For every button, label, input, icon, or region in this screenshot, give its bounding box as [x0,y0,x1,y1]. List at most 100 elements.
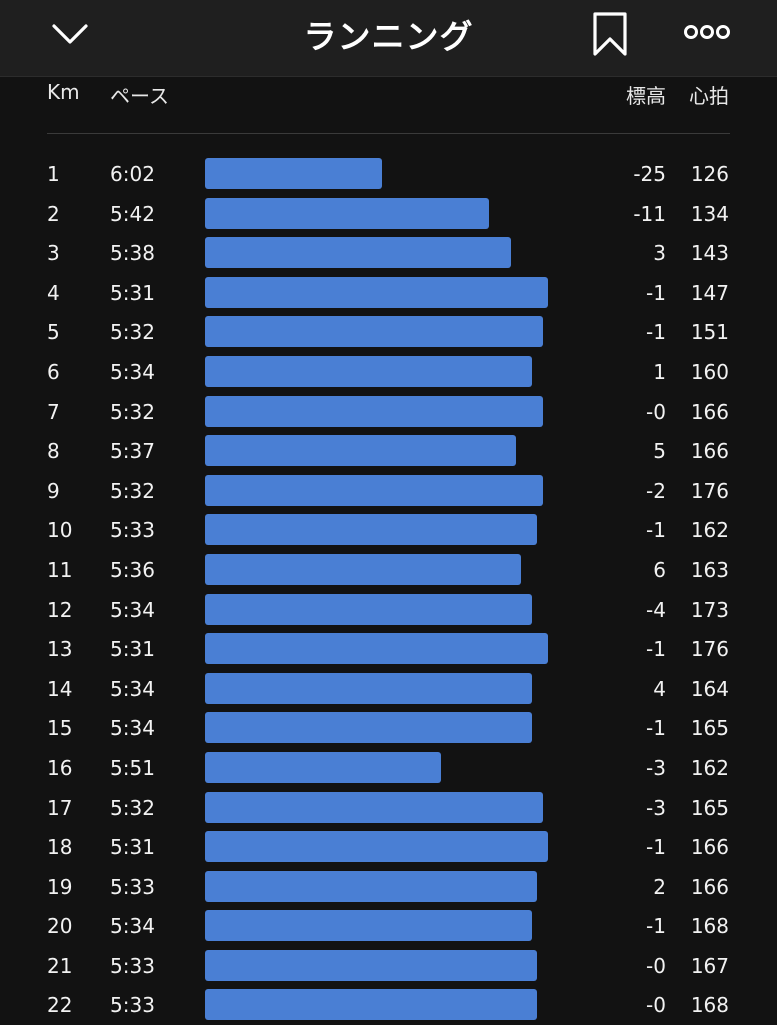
split-elevation: -0 [646,399,666,424]
pace-bar [205,237,511,269]
pace-bar [205,672,532,704]
split-pace: 5:32 [110,320,155,345]
pace-bar [205,712,532,744]
split-pace: 5:31 [110,280,155,305]
split-heart-rate: 160 [690,359,729,384]
split-heart-rate: 162 [690,518,729,543]
split-km: 17 [47,795,73,820]
top-bar: ランニング [0,0,777,77]
split-elevation: -3 [646,795,666,820]
pace-bar [205,276,548,308]
bookmark-button[interactable] [584,6,636,62]
split-pace: 5:33 [110,518,155,543]
pace-bar [205,435,516,467]
split-row: 15 5:34 -1 165 [0,708,777,748]
column-header-pace: ペース [110,84,169,108]
bookmark-icon [593,12,627,56]
split-pace: 5:36 [110,557,155,582]
splits-list: 1 6:02 -25 126 2 5:42 -11 134 3 5:38 3 143 4 5:31 -1 14… [0,154,777,1025]
pace-bar [205,910,532,942]
split-heart-rate: 147 [690,280,729,305]
split-pace: 5:31 [110,835,155,860]
split-elevation: -25 [633,162,666,186]
split-pace: 5:31 [110,637,155,662]
split-pace: 5:34 [110,716,155,741]
split-elevation: -1 [646,637,666,662]
split-km: 16 [47,755,73,780]
split-elevation: 5 [653,439,666,464]
split-row: 2 5:42 -11 134 [0,194,777,234]
pace-bar-track [205,870,585,902]
split-elevation: 1 [653,359,666,384]
split-heart-rate: 166 [690,439,729,464]
pace-bar [205,751,441,783]
split-pace: 5:34 [110,676,155,701]
pace-bar [205,949,538,981]
column-header-heart-rate: 心拍 [689,84,729,108]
pace-bar [205,553,522,585]
split-km: 19 [47,874,73,899]
pace-bar-track [205,276,585,308]
split-heart-rate: 173 [690,597,729,622]
pace-bar [205,831,548,863]
split-elevation: 4 [653,676,666,701]
split-km: 15 [47,716,73,741]
pace-bar-track [205,514,585,546]
pace-bar-track [205,395,585,427]
split-km: 5 [47,320,60,345]
pace-bar-track [205,474,585,506]
column-header-km: Km [47,80,80,104]
split-elevation: -1 [646,716,666,741]
pace-bar [205,791,543,823]
split-row: 12 5:34 -4 173 [0,590,777,630]
pace-bar-track [205,989,585,1021]
split-km: 9 [47,478,60,503]
split-row: 16 5:51 -3 162 [0,748,777,788]
split-heart-rate: 162 [690,755,729,780]
more-options-button[interactable] [676,12,738,52]
split-row: 20 5:34 -1 168 [0,906,777,946]
split-km: 11 [47,557,73,582]
pace-bar [205,514,538,546]
split-pace: 5:34 [110,914,155,939]
split-row: 22 5:33 -0 168 [0,985,777,1025]
pace-bar-track [205,949,585,981]
split-elevation: -2 [646,478,666,503]
pace-bar [205,197,489,229]
split-heart-rate: 176 [690,478,729,503]
split-heart-rate: 143 [690,241,729,266]
split-row: 21 5:33 -0 167 [0,946,777,986]
header-divider [47,133,730,134]
split-pace: 5:34 [110,359,155,384]
split-heart-rate: 134 [690,201,729,226]
pace-bar [205,593,532,625]
split-heart-rate: 165 [690,795,729,820]
split-elevation: -1 [646,835,666,860]
pace-bar-track [205,355,585,387]
split-pace: 5:33 [110,874,155,899]
pace-bar-track [205,237,585,269]
split-elevation: -1 [646,280,666,305]
split-elevation: -0 [646,993,666,1018]
split-km: 14 [47,676,73,701]
pace-bar [205,316,543,348]
split-elevation: -4 [646,597,666,622]
split-km: 18 [47,835,73,860]
pace-bar-track [205,593,585,625]
pace-bar-track [205,672,585,704]
pace-bar-track [205,831,585,863]
split-elevation: -1 [646,518,666,543]
split-pace: 5:33 [110,993,155,1018]
split-heart-rate: 168 [690,914,729,939]
split-km: 13 [47,637,73,662]
split-row: 9 5:32 -2 176 [0,471,777,511]
pace-bar-track [205,712,585,744]
split-pace: 5:33 [110,953,155,978]
split-row: 7 5:32 -0 166 [0,392,777,432]
split-pace: 5:38 [110,241,155,266]
pace-bar-track [205,158,585,189]
pace-bar [205,395,543,427]
split-row: 10 5:33 -1 162 [0,510,777,550]
split-km: 20 [47,914,73,939]
split-pace: 5:34 [110,597,155,622]
